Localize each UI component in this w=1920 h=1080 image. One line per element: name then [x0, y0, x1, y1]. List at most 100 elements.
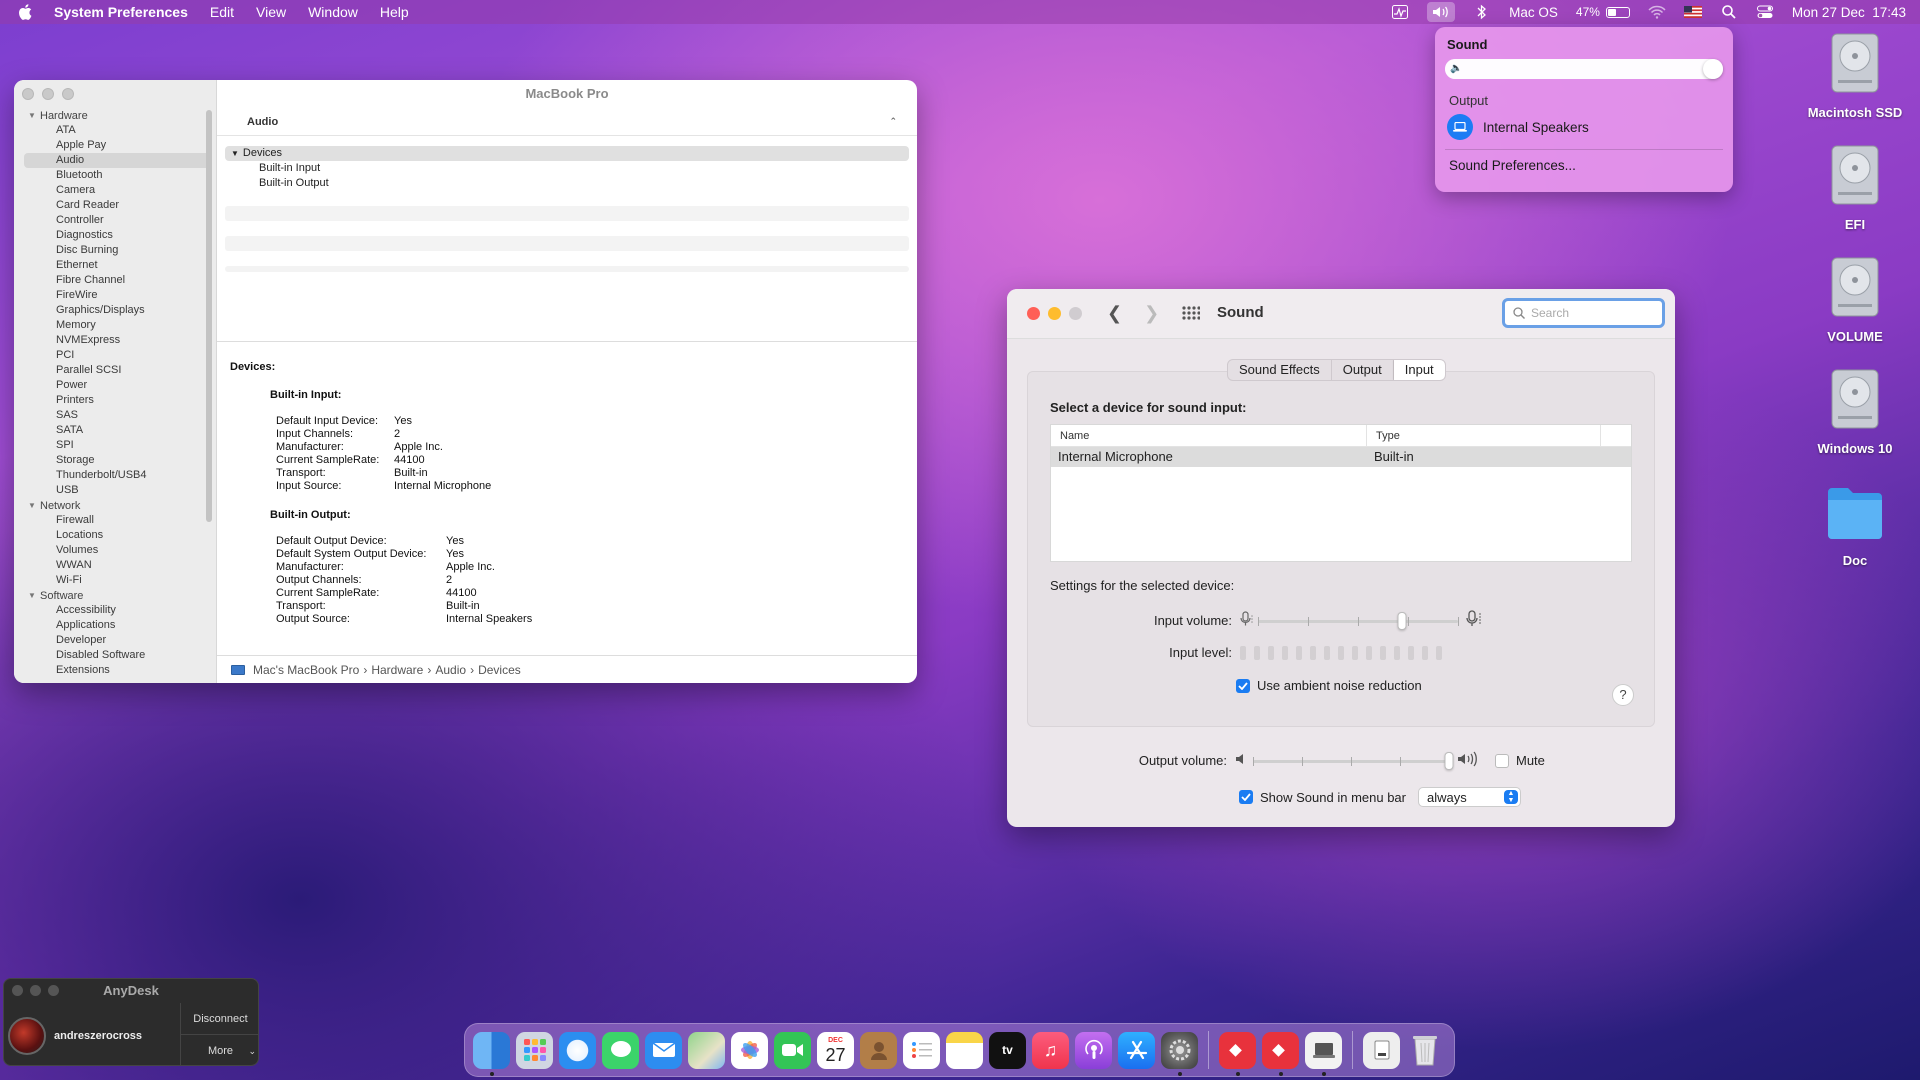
desktop-icon-volume[interactable]: VOLUME — [1795, 256, 1915, 344]
output-device-item[interactable]: Internal Speakers — [1445, 114, 1723, 140]
sidebar-item[interactable]: Parallel SCSI — [14, 363, 216, 378]
sidebar-item[interactable]: SATA — [14, 423, 216, 438]
sidebar-item[interactable]: Memory — [14, 318, 216, 333]
sidebar-item[interactable]: Camera — [14, 183, 216, 198]
activity-monitor-icon[interactable] — [1391, 4, 1409, 20]
sidebar-item[interactable]: Controller — [14, 213, 216, 228]
input-volume-slider[interactable] — [1258, 611, 1459, 630]
music-icon[interactable]: ♫ — [1032, 1031, 1069, 1069]
desktop-icon-efi[interactable]: EFI — [1795, 144, 1915, 232]
tab-output[interactable]: Output — [1332, 360, 1394, 380]
menu-volume-knob[interactable] — [1703, 59, 1723, 79]
minimize-button[interactable] — [1048, 307, 1061, 320]
show-in-menubar-checkbox[interactable] — [1239, 790, 1253, 804]
ambient-noise-checkbox[interactable] — [1236, 678, 1250, 693]
path-item[interactable]: Mac's MacBook Pro — [253, 663, 359, 677]
tab-input[interactable]: Input — [1393, 360, 1445, 380]
sidebar-item[interactable]: Storage — [14, 453, 216, 468]
system-preferences-icon[interactable] — [1161, 1031, 1198, 1076]
sidebar-item[interactable]: Disabled Software — [14, 648, 216, 663]
sidebar-item[interactable]: Audio — [24, 153, 210, 168]
tree-row-builtin-input[interactable]: Built-in Input — [225, 161, 909, 176]
mute-checkbox[interactable] — [1495, 753, 1509, 768]
show-in-menubar-select[interactable]: always ▲ ▼ — [1417, 787, 1521, 807]
disconnect-button[interactable]: Disconnect — [181, 1003, 258, 1035]
desktop-icon-windows-10[interactable]: Windows 10 — [1795, 368, 1915, 456]
input-volume-thumb[interactable] — [1397, 611, 1407, 630]
zoom-button[interactable] — [1069, 307, 1082, 320]
output-volume-slider[interactable] — [1253, 751, 1454, 770]
menu-help[interactable]: Help — [380, 4, 409, 20]
sidebar-item[interactable]: ATA — [14, 123, 216, 138]
battery-status[interactable]: 47% — [1576, 5, 1630, 19]
close-button[interactable] — [1027, 307, 1040, 320]
ambient-noise-row[interactable]: Use ambient noise reduction — [1236, 678, 1422, 693]
search-field[interactable]: Search — [1502, 298, 1665, 328]
close-button[interactable] — [22, 88, 34, 100]
sidebar-scrollbar[interactable] — [206, 110, 212, 522]
tree-row-builtin-output[interactable]: Built-in Output — [225, 176, 909, 191]
sidebar-item[interactable]: NVMExpress — [14, 333, 216, 348]
bluetooth-icon[interactable] — [1473, 4, 1491, 20]
tree-row-devices[interactable]: ▼ Devices — [225, 146, 909, 161]
calendar-icon[interactable]: DEC 27 — [817, 1031, 854, 1069]
sidebar-item[interactable]: Developer — [14, 633, 216, 648]
sidebar-item[interactable]: PCI — [14, 348, 216, 363]
volume-menu-icon[interactable] — [1427, 2, 1456, 22]
grid-view-icon[interactable] — [1182, 306, 1201, 323]
back-arrow-icon[interactable]: ❮ — [1107, 303, 1122, 324]
anydesk-session-icon[interactable] — [1262, 1031, 1299, 1076]
sidebar-item[interactable]: FireWire — [14, 288, 216, 303]
sidebar-item[interactable]: Bluetooth — [14, 168, 216, 183]
sidebar-group-hardware[interactable]: ▼ Hardware — [14, 108, 216, 123]
pane-divider[interactable] — [217, 341, 917, 342]
clock[interactable]: Mon 27 Dec 17:43 — [1792, 5, 1906, 20]
column-header-type[interactable]: Type — [1367, 425, 1601, 446]
safari-icon[interactable] — [559, 1031, 596, 1069]
anydesk-icon[interactable] — [1219, 1031, 1256, 1076]
notes-icon[interactable] — [946, 1031, 983, 1069]
photos-icon[interactable] — [731, 1031, 768, 1069]
finder-icon[interactable] — [473, 1031, 510, 1076]
more-button[interactable]: More ⌄ — [181, 1035, 258, 1065]
app-store-icon[interactable] — [1118, 1031, 1155, 1069]
sidebar-item[interactable]: Fibre Channel — [14, 273, 216, 288]
sidebar-item[interactable]: Apple Pay — [14, 138, 216, 153]
apple-tv-icon[interactable]: tv — [989, 1031, 1026, 1069]
contacts-icon[interactable] — [860, 1031, 897, 1069]
path-item[interactable]: Devices — [478, 663, 521, 677]
flag-input-icon[interactable] — [1683, 4, 1702, 20]
sidebar-item[interactable]: Thunderbolt/USB4 — [14, 468, 216, 483]
path-item[interactable]: Hardware — [371, 663, 423, 677]
wifi-icon[interactable] — [1648, 4, 1666, 20]
sidebar-item[interactable]: Locations — [14, 528, 216, 543]
minimize-button[interactable] — [42, 88, 54, 100]
spotlight-search-icon[interactable] — [1720, 4, 1738, 20]
menu-app-name[interactable]: System Preferences — [54, 4, 188, 20]
sidebar-item[interactable]: Extensions — [14, 663, 216, 678]
reminders-icon[interactable] — [903, 1031, 940, 1069]
sidebar-item[interactable]: Disc Burning — [14, 243, 216, 258]
table-row[interactable]: Internal Microphone Built-in — [1051, 447, 1631, 467]
sidebar-item[interactable]: Accessibility — [14, 603, 216, 618]
zoom-button[interactable] — [62, 88, 74, 100]
sidebar-group-software[interactable]: ▼ Software — [14, 588, 216, 603]
menu-window[interactable]: Window — [308, 4, 358, 20]
sidebar-item[interactable]: SAS — [14, 408, 216, 423]
help-button[interactable]: ? — [1612, 684, 1634, 706]
control-center-icon[interactable] — [1756, 4, 1774, 20]
desktop-icon-macintosh-ssd[interactable]: Macintosh SSD — [1795, 32, 1915, 120]
sound-preferences-link[interactable]: Sound Preferences... — [1445, 158, 1723, 173]
menu-view[interactable]: View — [256, 4, 286, 20]
messages-icon[interactable] — [602, 1031, 639, 1069]
path-item[interactable]: Audio — [435, 663, 466, 677]
forward-arrow-icon[interactable]: ❯ — [1144, 303, 1159, 324]
tab-sound-effects[interactable]: Sound Effects — [1228, 360, 1332, 380]
close-button[interactable] — [12, 985, 23, 996]
sidebar-item[interactable]: USB — [14, 483, 216, 498]
sidebar-item[interactable]: Wi-Fi — [14, 573, 216, 588]
sidebar-item[interactable]: Card Reader — [14, 198, 216, 213]
maps-icon[interactable] — [688, 1031, 725, 1069]
sidebar-item[interactable]: Ethernet — [14, 258, 216, 273]
sidebar-item[interactable]: WWAN — [14, 558, 216, 573]
